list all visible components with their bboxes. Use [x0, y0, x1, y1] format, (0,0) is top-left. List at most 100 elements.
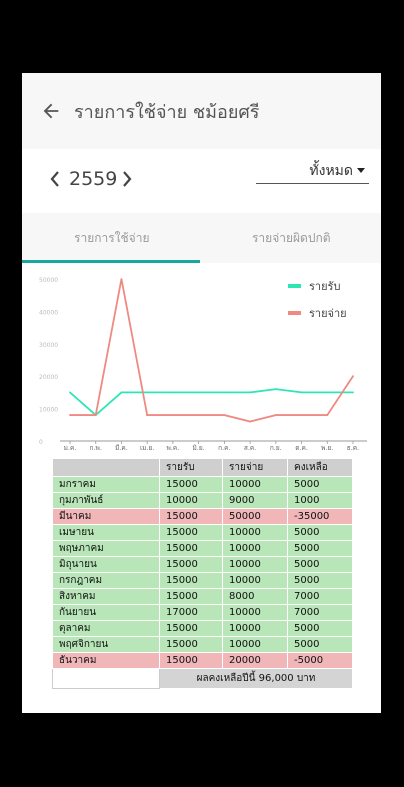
cell-balance: 5000	[287, 620, 353, 637]
legend-label: รายรับ	[309, 280, 340, 293]
data-point	[120, 278, 123, 280]
data-point	[120, 391, 123, 394]
data-point	[69, 414, 71, 416]
data-point	[300, 414, 303, 416]
year-selector: 2559 ทั้งหมด	[22, 149, 381, 213]
header-balance: คงเหลือ	[287, 458, 353, 477]
cell-income: 15000	[159, 540, 223, 557]
cell-income: 15000	[159, 652, 223, 669]
summary-table-wrap: รายรับ รายจ่าย คงเหลือ มกราคม 15000 10000 5…	[52, 458, 353, 689]
cell-income: 15000	[159, 636, 223, 653]
data-point	[223, 414, 226, 416]
chevron-left-icon[interactable]	[48, 169, 62, 189]
cell-expense: 20000	[222, 652, 288, 669]
cell-expense: 9000	[222, 492, 288, 509]
x-tick-label: ก.พ.	[90, 444, 102, 451]
data-point	[172, 414, 174, 416]
data-point	[69, 391, 71, 394]
cell-balance: 7000	[287, 604, 353, 621]
page-title: รายการใช้จ่าย ชม้อยศรี	[74, 101, 260, 123]
y-tick-label: 40000	[39, 309, 58, 316]
year-value: 2559	[69, 168, 118, 190]
table-row: ตุลาคม 15000 10000 5000	[52, 620, 353, 637]
legend-swatch	[288, 311, 301, 315]
data-point	[300, 391, 303, 394]
cell-income: 15000	[159, 572, 223, 589]
x-tick-label: ส.ค.	[244, 444, 256, 451]
cell-income: 15000	[159, 588, 223, 605]
data-point	[352, 375, 354, 378]
x-tick-label: ม.ค.	[64, 444, 77, 451]
x-tick-label: มี.ค.	[115, 444, 128, 451]
cell-balance: 5000	[287, 476, 353, 493]
tab-expenses[interactable]: รายการใช้จ่าย	[22, 213, 202, 263]
cell-month: พฤษภาคม	[52, 540, 160, 557]
data-point	[352, 391, 354, 394]
data-point	[274, 388, 277, 391]
back-arrow-icon[interactable]	[40, 100, 62, 122]
cell-month: มีนาคม	[52, 508, 160, 525]
y-tick-label: 50000	[39, 277, 58, 284]
data-point	[274, 414, 277, 416]
cell-balance: -5000	[287, 652, 353, 669]
data-point	[197, 391, 200, 394]
filter-value: ทั้งหมด	[309, 163, 353, 179]
table-row: กุมภาพันธ์ 10000 9000 1000	[52, 492, 353, 509]
phone-frame: รายการใช้จ่าย ชม้อยศรี 2559 ทั้งหมด รายก…	[0, 0, 404, 787]
chart-svg: 0 10000 20000 30000 40000 50000 ม.ค. ก.พ. มี.ค. เ…	[39, 277, 367, 451]
chevron-right-icon[interactable]	[120, 169, 134, 189]
cell-balance: -35000	[287, 508, 353, 525]
cell-balance: 5000	[287, 636, 353, 653]
caret-down-icon	[357, 168, 365, 173]
legend-label: รายจ่าย	[309, 307, 347, 320]
x-tick-label: ก.ค.	[218, 444, 230, 451]
cell-expense: 10000	[222, 604, 288, 621]
table-row: มกราคม 15000 10000 5000	[52, 476, 353, 493]
cell-balance: 5000	[287, 572, 353, 589]
table-row: พฤษภาคม 15000 10000 5000	[52, 540, 353, 557]
cell-month: สิงหาคม	[52, 588, 160, 605]
x-tick-label: ธ.ค.	[347, 444, 359, 451]
x-tick-label: พ.ย.	[321, 444, 333, 451]
legend-swatch	[288, 284, 301, 288]
data-point	[326, 414, 329, 416]
cell-income: 10000	[159, 492, 223, 509]
cell-income: 15000	[159, 476, 223, 493]
y-tick-label: 10000	[39, 407, 58, 414]
footer-blank-cell	[52, 668, 160, 689]
cell-expense: 10000	[222, 556, 288, 573]
cell-balance: 5000	[287, 524, 353, 541]
cell-month: เมษายน	[52, 524, 160, 541]
cell-income: 15000	[159, 524, 223, 541]
header-income: รายรับ	[159, 458, 223, 477]
data-point	[249, 420, 251, 423]
data-point	[94, 414, 97, 416]
cell-balance: 7000	[287, 588, 353, 605]
data-point	[326, 391, 329, 394]
summary-table: รายรับ รายจ่าย คงเหลือ มกราคม 15000 10000 5…	[52, 458, 353, 689]
tab-abnormal-expenses[interactable]: รายจ่ายผิดปกติ	[202, 213, 382, 263]
cell-expense: 10000	[222, 524, 288, 541]
cell-month: ตุลาคม	[52, 620, 160, 637]
line-chart: 0 10000 20000 30000 40000 50000 ม.ค. ก.พ. มี.ค. เ…	[22, 263, 381, 451]
x-tick-label: มิ.ย.	[193, 444, 205, 451]
y-tick-label: 0	[39, 439, 43, 446]
table-row: มิถุนายน 15000 10000 5000	[52, 556, 353, 573]
cell-income: 15000	[159, 556, 223, 573]
cell-balance: 5000	[287, 540, 353, 557]
data-point	[249, 391, 251, 394]
cell-income: 15000	[159, 620, 223, 637]
table-row: กรกฎาคม 15000 10000 5000	[52, 572, 353, 589]
table-row: มีนาคม 15000 50000 -35000	[52, 508, 353, 525]
filter-dropdown[interactable]: ทั้งหมด	[256, 159, 369, 184]
y-tick-label: 30000	[39, 342, 58, 349]
x-tick-label: พ.ค.	[167, 444, 180, 451]
cell-income: 17000	[159, 604, 223, 621]
cell-expense: 8000	[222, 588, 288, 605]
data-point	[146, 391, 149, 394]
data-point	[172, 391, 174, 394]
table-row: ธันวาคม 15000 20000 -5000	[52, 652, 353, 669]
data-point	[146, 414, 149, 416]
cell-month: กันยายน	[52, 604, 160, 621]
x-tick-label: ต.ค.	[295, 444, 308, 451]
